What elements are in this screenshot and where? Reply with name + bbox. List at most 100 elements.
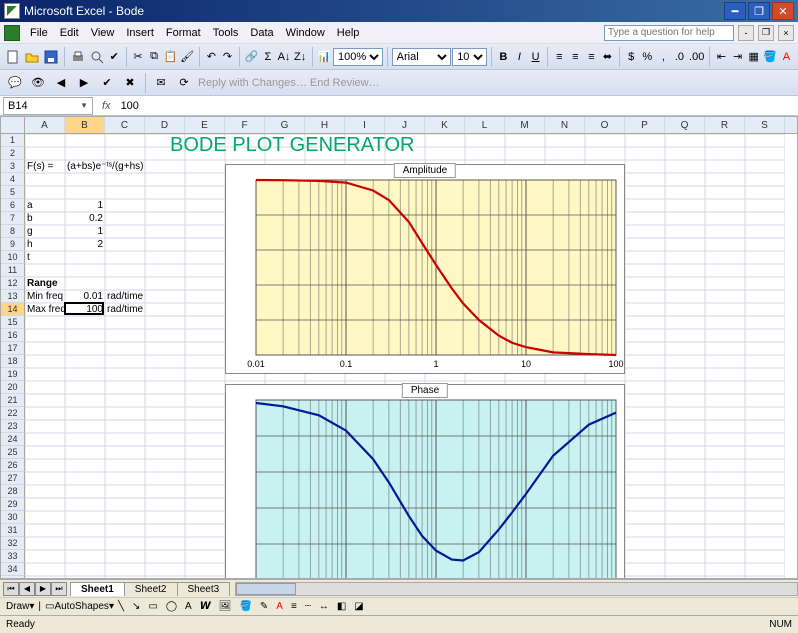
borders-icon[interactable]: ▦ [746,46,761,68]
copy-icon[interactable]: ⧉ [146,46,161,68]
help-search-input[interactable] [604,25,734,41]
col-head-A[interactable]: A [25,117,65,133]
select-objects-icon[interactable]: ▭ [45,601,54,612]
row-head-20[interactable]: 20 [1,381,25,394]
print-preview-icon[interactable] [88,46,106,68]
row-head-12[interactable]: 12 [1,277,25,290]
col-head-B[interactable]: B [65,117,105,133]
phase-chart[interactable]: Phase 0.010.1110100 [225,384,625,578]
select-all-corner[interactable] [1,117,25,133]
row-head-4[interactable]: 4 [1,173,25,186]
update-file-icon[interactable]: ⟳ [173,72,195,94]
spellcheck-icon[interactable]: ✔ [107,46,122,68]
close-button[interactable]: ✕ [772,2,794,20]
currency-icon[interactable]: $ [624,46,639,68]
row-head-32[interactable]: 32 [1,537,25,550]
row-head-33[interactable]: 33 [1,550,25,563]
redo-icon[interactable]: ↷ [220,46,235,68]
row-headers[interactable]: 1234567891011121314151617181920212223242… [1,134,25,578]
row-head-16[interactable]: 16 [1,329,25,342]
col-head-O[interactable]: O [585,117,625,133]
draw-menu[interactable]: Draw [6,601,29,612]
cell-B13[interactable]: 0.01 [65,290,105,303]
autosum-icon[interactable]: Σ [260,46,275,68]
comma-icon[interactable]: , [656,46,671,68]
col-head-M[interactable]: M [505,117,545,133]
cell-B14[interactable]: 100 [65,303,105,316]
rect-icon[interactable]: ▭ [148,601,157,612]
menu-view[interactable]: View [85,25,121,41]
font-select[interactable]: Arial [392,48,452,66]
row-head-8[interactable]: 8 [1,225,25,238]
row-head-34[interactable]: 34 [1,563,25,576]
3d-icon[interactable]: ◪ [354,601,363,612]
worksheet-area[interactable]: ABCDEFGHIJKLMNOPQRS 12345678910111213141… [0,116,798,579]
cell-B7[interactable]: 0.2 [65,212,105,225]
menu-edit[interactable]: Edit [54,25,85,41]
clipart-icon[interactable]: 🖼 [219,601,232,612]
cell-A6[interactable]: a [25,199,65,212]
row-head-3[interactable]: 3 [1,160,25,173]
zoom-select[interactable]: 100% [333,48,383,66]
fill-color-icon[interactable]: 🪣 [762,46,778,68]
menu-insert[interactable]: Insert [120,25,160,41]
italic-icon[interactable]: I [512,46,527,68]
dashstyle-icon[interactable]: ┈ [305,601,311,612]
row-head-26[interactable]: 26 [1,459,25,472]
first-sheet-button[interactable]: ⏮ [3,582,19,596]
maximize-button[interactable]: ❐ [748,2,770,20]
col-head-J[interactable]: J [385,117,425,133]
wordart-icon[interactable]: 𝙒 [200,601,211,612]
next-sheet-button[interactable]: ▶ [35,582,51,596]
horizontal-scrollbar[interactable] [235,582,798,596]
menu-data[interactable]: Data [244,25,279,41]
increase-indent-icon[interactable]: ⇥ [730,46,745,68]
align-right-icon[interactable]: ≡ [584,46,599,68]
row-head-29[interactable]: 29 [1,498,25,511]
column-headers[interactable]: ABCDEFGHIJKLMNOPQRS [1,117,797,134]
row-head-21[interactable]: 21 [1,394,25,407]
accept-icon[interactable]: ✔ [96,72,118,94]
font-color-icon[interactable]: A [779,46,794,68]
formula-input[interactable] [117,97,798,115]
doc-close-button[interactable]: × [778,25,794,41]
fx-icon[interactable]: fx [96,100,117,112]
row-head-7[interactable]: 7 [1,212,25,225]
new-comment-icon[interactable]: 💬 [4,72,26,94]
cell-A10[interactable]: t [25,251,65,264]
cell-A9[interactable]: h [25,238,65,251]
increase-decimal-icon[interactable]: .0 [672,46,687,68]
line-icon[interactable]: ╲ [118,601,124,612]
percent-icon[interactable]: % [640,46,655,68]
col-head-Q[interactable]: Q [665,117,705,133]
col-head-P[interactable]: P [625,117,665,133]
prev-sheet-button[interactable]: ◀ [19,582,35,596]
cell-B6[interactable]: 1 [65,199,105,212]
col-head-H[interactable]: H [305,117,345,133]
hyperlink-icon[interactable]: 🔗 [244,46,260,68]
amplitude-chart[interactable]: Amplitude 0.010.1110100 [225,164,625,374]
cell-A7[interactable]: b [25,212,65,225]
decrease-indent-icon[interactable]: ⇤ [714,46,729,68]
merge-center-icon[interactable]: ⬌ [600,46,615,68]
menu-tools[interactable]: Tools [207,25,245,41]
next-comment-icon[interactable]: ▶ [73,72,95,94]
row-head-1[interactable]: 1 [1,134,25,147]
cell-A3[interactable]: F(s) = [25,160,65,173]
sort-desc-icon[interactable]: Z↓ [293,46,308,68]
fillcolor-icon[interactable]: 🪣 [239,601,251,612]
menu-format[interactable]: Format [160,25,207,41]
menu-window[interactable]: Window [280,25,331,41]
row-head-24[interactable]: 24 [1,433,25,446]
row-head-23[interactable]: 23 [1,420,25,433]
row-head-30[interactable]: 30 [1,511,25,524]
align-center-icon[interactable]: ≡ [568,46,583,68]
new-icon[interactable] [4,46,22,68]
col-head-R[interactable]: R [705,117,745,133]
row-head-2[interactable]: 2 [1,147,25,160]
row-head-13[interactable]: 13 [1,290,25,303]
cell-B3[interactable]: (a+bs)e⁻ᵗˢ/(g+hs) [65,160,185,173]
col-head-D[interactable]: D [145,117,185,133]
col-head-I[interactable]: I [345,117,385,133]
col-head-E[interactable]: E [185,117,225,133]
